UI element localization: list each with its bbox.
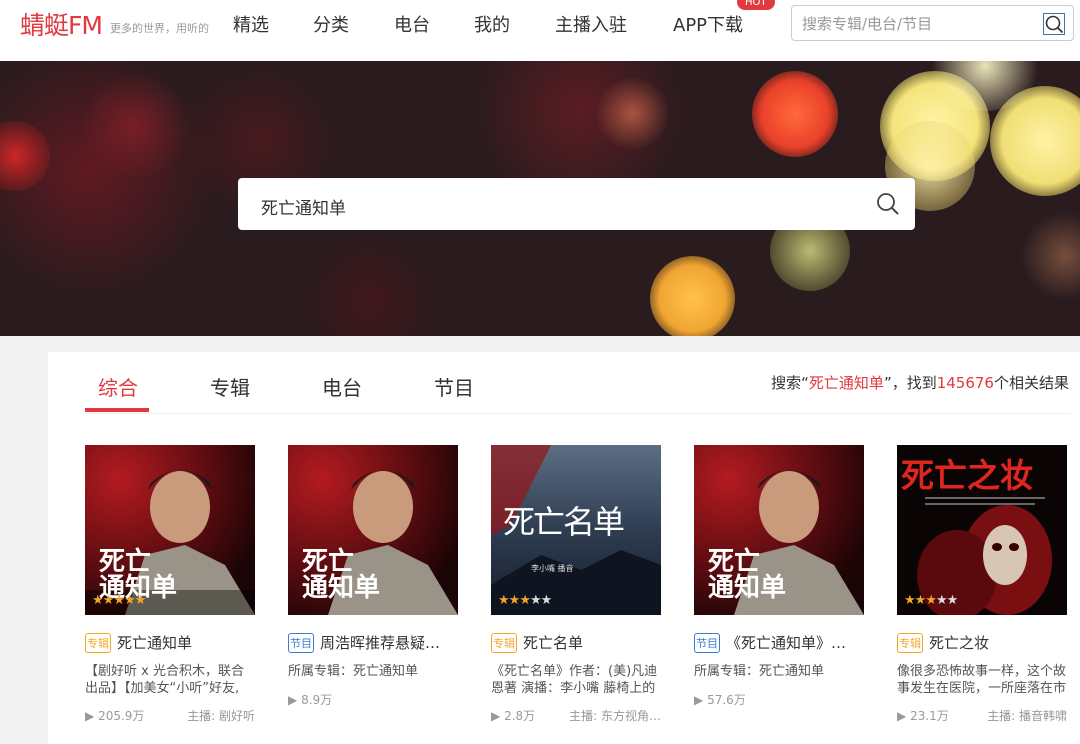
card-title-link[interactable]: 《死亡通知单》… <box>726 634 846 652</box>
card-author[interactable]: 主播: 东方视角… <box>569 707 661 724</box>
star-icon: ★ <box>134 593 147 608</box>
active-tab-indicator <box>85 408 149 412</box>
card-title-link[interactable]: 周浩晖推荐悬疑… <box>320 634 440 652</box>
result-card[interactable]: 死亡 通知单 ★★★★★ 专辑 死亡通知单 【剧好听 x 光合积木，联合出品】【加… <box>85 445 255 723</box>
star-icon: ★ <box>946 593 959 608</box>
tabs-divider <box>85 413 1070 414</box>
program-cover[interactable]: 死亡 通知单 <box>694 445 864 615</box>
program-cover[interactable]: 死亡 通知单 <box>288 445 458 615</box>
results-summary: 搜索“死亡通知单”，找到145676个相关结果 <box>771 374 1069 392</box>
card-title: 节目 《死亡通知单》… <box>694 632 864 654</box>
card-title: 专辑 死亡通知单 <box>85 632 255 654</box>
result-card[interactable]: 死亡之妆 ★★★★★ 专辑 死亡之妆 像很多恐怖故事一样，这个故事发生在医院，一所… <box>897 445 1067 723</box>
cover-title-line2: 通知单 <box>708 573 787 603</box>
tab-albums[interactable]: 专辑 <box>210 372 250 401</box>
card-description: 【剧好听 x 光合积木，联合出品】【加美女“小听”好友, <box>85 664 244 696</box>
star-icon: ★ <box>498 593 510 608</box>
header-search-box <box>791 5 1074 41</box>
logo-slogan: 更多的世界，用听的 <box>110 22 209 35</box>
cover-subtitle: 李小嘴 播音 <box>531 564 574 573</box>
nav-radio[interactable]: 电台 <box>394 11 430 37</box>
card-meta: ▶ 57.6万 <box>694 691 864 708</box>
play-count: 205.9万 <box>98 709 145 723</box>
type-badge: 专辑 <box>491 632 517 653</box>
cover-title-line2: 通知单 <box>302 573 381 603</box>
card-author[interactable]: 主播: 播音韩啸 <box>987 707 1067 724</box>
hero-search-box[interactable]: 死亡通知单 <box>238 178 915 230</box>
star-icon: ★ <box>904 593 916 608</box>
nav-mine[interactable]: 我的 <box>474 11 510 37</box>
album-cover[interactable]: 死亡名单 李小嘴 播音 ★★★★★ <box>491 445 661 615</box>
tab-all[interactable]: 综合 <box>98 372 138 401</box>
nav-categories[interactable]: 分类 <box>313 11 349 37</box>
nav-featured[interactable]: 精选 <box>233 11 269 37</box>
summary-keyword: 死亡通知单 <box>808 374 884 392</box>
star-icon: ★ <box>529 593 542 608</box>
type-badge: 节目 <box>288 632 314 653</box>
type-badge: 专辑 <box>897 632 923 653</box>
card-meta: ▶ 205.9万 主播: 剧好听 <box>85 707 255 724</box>
star-icon: ★ <box>540 593 553 608</box>
rating-stars: ★★★★★ <box>904 593 959 608</box>
cover-title: 死亡名单 <box>503 503 625 541</box>
card-title-link[interactable]: 死亡之妆 <box>929 634 989 652</box>
search-icon[interactable] <box>875 191 901 217</box>
play-icon: ▶ <box>694 693 704 707</box>
card-title: 专辑 死亡之妆 <box>897 632 1067 654</box>
nav-app-download[interactable]: APP下载 <box>673 11 743 37</box>
nav-host-join[interactable]: 主播入驻 <box>555 11 627 37</box>
rating-stars: ★★★★★ <box>92 593 147 608</box>
summary-count: 145676 <box>936 374 994 392</box>
card-title-link[interactable]: 死亡通知单 <box>117 634 192 652</box>
tab-programs[interactable]: 节目 <box>434 372 474 401</box>
header-search-input[interactable] <box>802 13 1032 35</box>
card-title-link[interactable]: 死亡名单 <box>523 634 583 652</box>
star-icon: ★ <box>914 593 927 608</box>
result-card[interactable]: 死亡名单 李小嘴 播音 ★★★★★ 专辑 死亡名单 《死亡名单》作者：(美)凡迪恩… <box>491 445 661 723</box>
play-icon: ▶ <box>897 709 907 723</box>
star-icon: ★ <box>508 593 521 608</box>
play-icon: ▶ <box>288 693 298 707</box>
star-icon: ★ <box>925 593 937 608</box>
play-count: 23.1万 <box>910 709 949 723</box>
rating-stars: ★★★★★ <box>498 593 553 608</box>
hero-banner: 死亡通知单 <box>0 61 1080 336</box>
card-author[interactable]: 主播: 剧好听 <box>187 707 255 724</box>
tab-radio[interactable]: 电台 <box>322 372 362 401</box>
hot-badge: HOT <box>737 0 775 10</box>
card-description: 《死亡名单》作者：(美)凡迪恩著 演播：李小嘴 藤椅上的 <box>491 664 658 696</box>
album-cover[interactable]: 死亡 通知单 ★★★★★ <box>85 445 255 615</box>
type-badge: 节目 <box>694 632 720 653</box>
card-meta: ▶ 2.8万 主播: 东方视角… <box>491 707 661 724</box>
result-card[interactable]: 死亡 通知单 节目 周浩晖推荐悬疑… 所属专辑：死亡通知单 ▶ 8.9万 <box>288 445 458 707</box>
card-meta: ▶ 8.9万 <box>288 691 458 708</box>
result-card[interactable]: 死亡 通知单 节目 《死亡通知单》… 所属专辑：死亡通知单 ▶ 57.6万 <box>694 445 864 707</box>
play-count: 2.8万 <box>504 709 536 723</box>
play-icon: ▶ <box>491 709 501 723</box>
play-icon: ▶ <box>85 709 95 723</box>
card-description: 像很多恐怖故事一样，这个故事发生在医院，一所座落在市 <box>897 664 1067 696</box>
album-cover[interactable]: 死亡之妆 ★★★★★ <box>897 445 1067 615</box>
star-icon: ★ <box>519 593 531 608</box>
star-icon: ★ <box>102 593 115 608</box>
top-header: 蜻蜓FM 更多的世界，用听的 精选 分类 电台 我的 主播入驻 APP下载 HO… <box>0 0 1080 61</box>
card-title: 专辑 死亡名单 <box>491 632 661 654</box>
star-icon: ★ <box>123 593 136 608</box>
search-icon[interactable] <box>1043 13 1065 35</box>
hero-search-input[interactable]: 死亡通知单 <box>261 194 346 219</box>
star-icon: ★ <box>92 593 104 608</box>
type-badge: 专辑 <box>85 632 111 653</box>
site-logo[interactable]: 蜻蜓FM <box>20 6 103 42</box>
card-title: 节目 周浩晖推荐悬疑… <box>288 632 458 654</box>
results-panel: 综合 专辑 电台 节目 搜索“死亡通知单”，找到145676个相关结果 死亡 通… <box>48 352 1080 744</box>
star-icon: ★ <box>935 593 948 608</box>
card-meta: ▶ 23.1万 主播: 播音韩啸 <box>897 707 1067 724</box>
play-count: 57.6万 <box>707 693 746 707</box>
cover-title: 死亡之妆 <box>901 456 1033 495</box>
star-icon: ★ <box>113 593 125 608</box>
play-count: 8.9万 <box>301 693 333 707</box>
